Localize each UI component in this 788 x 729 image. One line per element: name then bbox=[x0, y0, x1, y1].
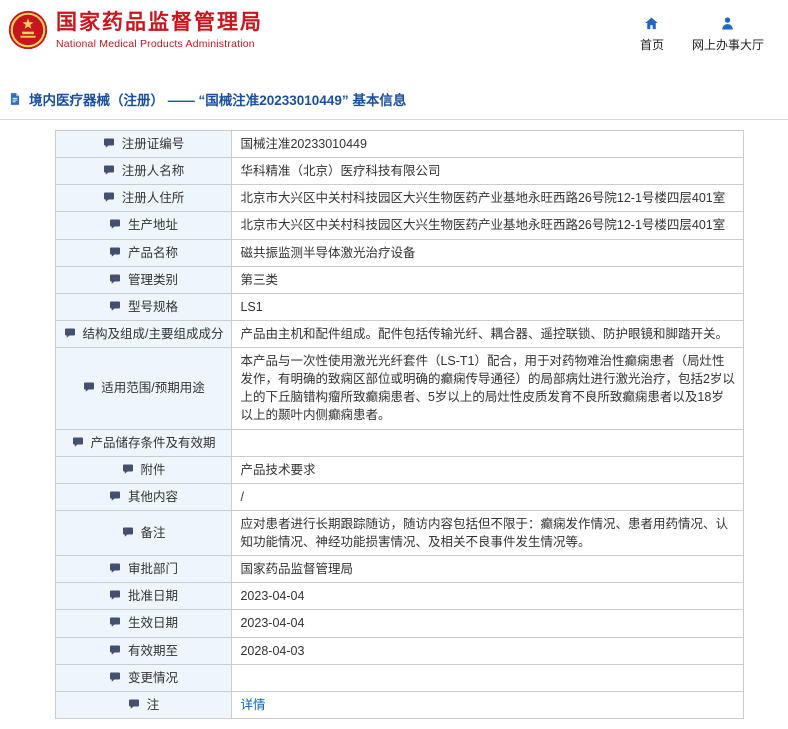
info-table-body: 注册证编号 国械注准20233010449 注册人名称 华科精准（北京）医疗科技… bbox=[54, 129, 744, 719]
note-icon bbox=[109, 562, 121, 574]
row-label: 产品名称 bbox=[127, 245, 178, 260]
row-label: 审批部门 bbox=[127, 562, 178, 577]
row-label: 有效期至 bbox=[127, 643, 178, 658]
row-label: 生效日期 bbox=[127, 616, 178, 631]
row-value: 国家药品监督管理局 bbox=[240, 562, 353, 577]
table-row: 产品储存条件及有效期 bbox=[54, 428, 744, 457]
table-row: 附件 产品技术要求 bbox=[54, 455, 744, 484]
note-icon bbox=[128, 698, 140, 710]
row-value: 本产品与一次性使用激光光纤套件（LS-T1）配合，用于对药物难治性癫痫患者（局灶… bbox=[240, 354, 735, 423]
row-label: 适用范围/预期用途 bbox=[101, 381, 205, 396]
row-label: 产品储存条件及有效期 bbox=[90, 435, 216, 450]
row-label: 备注 bbox=[140, 525, 166, 540]
site-subtitle: National Medical Products Administration bbox=[56, 38, 255, 51]
row-value: 2023-04-04 bbox=[240, 589, 305, 604]
row-value: 磁共振监测半导体激光治疗设备 bbox=[240, 245, 416, 260]
note-icon bbox=[109, 644, 121, 656]
row-value: 华科精准（北京）医疗科技有限公司 bbox=[240, 164, 441, 179]
page-title: 境内医疗器械（注册） —— “国械注准20233010449” 基本信息 bbox=[29, 93, 407, 108]
home-icon bbox=[644, 16, 659, 31]
table-row: 管理类别 第三类 bbox=[54, 265, 744, 294]
note-icon bbox=[109, 218, 121, 230]
nav-item-label: 网上办事大厅 bbox=[691, 38, 764, 52]
row-label: 附件 bbox=[140, 462, 166, 477]
note-icon bbox=[122, 526, 134, 538]
table-row: 适用范围/预期用途 本产品与一次性使用激光光纤套件（LS-T1）配合，用于对药物… bbox=[54, 347, 744, 430]
info-table: 注册证编号 国械注准20233010449 注册人名称 华科精准（北京）医疗科技… bbox=[54, 129, 744, 719]
detail-link[interactable]: 详情 bbox=[240, 698, 265, 712]
row-value: 2023-04-04 bbox=[240, 616, 305, 631]
row-label: 生产地址 bbox=[127, 218, 178, 233]
brand-text: 国家药品监督管理局 National Medical Products Admi… bbox=[56, 10, 263, 50]
note-icon bbox=[109, 246, 121, 258]
row-value: 产品由主机和配件组成。配件包括传输光纤、耦合器、遥控联锁、防护眼镜和脚踏开关。 bbox=[240, 326, 728, 341]
person-icon bbox=[720, 16, 735, 31]
national-emblem-logo bbox=[8, 10, 48, 50]
row-value bbox=[240, 436, 243, 450]
row-value: 第三类 bbox=[240, 272, 278, 287]
table-row: 批准日期 2023-04-04 bbox=[54, 582, 744, 611]
table-row: 结构及组成/主要组成成分 产品由主机和配件组成。配件包括传输光纤、耦合器、遥控联… bbox=[54, 319, 744, 349]
note-icon bbox=[109, 490, 121, 502]
row-value: 北京市大兴区中关村科技园区大兴生物医药产业基地永旺西路26号院12-1号楼四层4… bbox=[240, 218, 726, 233]
nav-item-home[interactable]: 首页 bbox=[640, 16, 664, 53]
table-row: 生产地址 北京市大兴区中关村科技园区大兴生物医药产业基地永旺西路26号院12-1… bbox=[54, 211, 744, 240]
row-label: 注册人住所 bbox=[121, 191, 185, 206]
row-label: 批准日期 bbox=[127, 589, 178, 604]
document-icon bbox=[8, 92, 22, 106]
nav-item-label: 首页 bbox=[639, 38, 664, 52]
row-label: 型号规格 bbox=[127, 299, 178, 314]
row-label: 管理类别 bbox=[127, 272, 178, 287]
note-icon bbox=[109, 273, 121, 285]
note-icon bbox=[83, 381, 95, 393]
table-row: 备注 应对患者进行长期跟踪随访，随访内容包括但不限于：癫痫发作情况、患者用药情况… bbox=[54, 509, 744, 557]
table-row: 其他内容 / bbox=[54, 482, 744, 511]
row-label: 其他内容 bbox=[127, 489, 178, 504]
row-value: 2028-04-03 bbox=[240, 643, 305, 658]
table-row: 注册人住所 北京市大兴区中关村科技园区大兴生物医药产业基地永旺西路26号院12-… bbox=[54, 184, 744, 213]
site-title: 国家药品监督管理局 bbox=[56, 11, 263, 34]
site-header: 国家药品监督管理局 National Medical Products Admi… bbox=[0, 0, 788, 78]
table-row: 产品名称 磁共振监测半导体激光治疗设备 bbox=[54, 238, 744, 267]
row-value: 北京市大兴区中关村科技园区大兴生物医药产业基地永旺西路26号院12-1号楼四层4… bbox=[240, 191, 726, 206]
table-row: 变更情况 bbox=[54, 663, 744, 692]
table-row: 注册人名称 华科精准（北京）医疗科技有限公司 bbox=[54, 157, 744, 186]
row-label: 注册人名称 bbox=[121, 164, 185, 179]
table-row: 注册证编号 国械注准20233010449 bbox=[54, 129, 744, 159]
row-value: LS1 bbox=[240, 299, 263, 314]
row-label: 变更情况 bbox=[127, 670, 178, 685]
note-icon bbox=[122, 463, 134, 475]
row-value: / bbox=[240, 489, 244, 504]
row-label: 注 bbox=[146, 697, 160, 712]
note-icon bbox=[109, 671, 121, 683]
top-nav: 首页 网上办事大厅 bbox=[640, 10, 764, 53]
note-icon bbox=[72, 436, 84, 448]
nav-item-service-hall[interactable]: 网上办事大厅 bbox=[692, 16, 764, 53]
row-value: 国械注准20233010449 bbox=[240, 137, 367, 151]
table-row: 审批部门 国家药品监督管理局 bbox=[54, 555, 744, 584]
table-row: 型号规格 LS1 bbox=[54, 292, 744, 321]
note-icon bbox=[109, 300, 121, 312]
table-row: 有效期至 2028-04-03 bbox=[54, 636, 744, 665]
note-icon bbox=[64, 327, 76, 339]
row-label: 结构及组成/主要组成成分 bbox=[82, 326, 224, 341]
row-value: 应对患者进行长期跟踪随访，随访内容包括但不限于：癫痫发作情况、患者用药情况、认知… bbox=[240, 516, 728, 549]
note-icon bbox=[103, 137, 115, 149]
row-value: 产品技术要求 bbox=[240, 462, 316, 477]
note-icon bbox=[103, 191, 115, 203]
page-title-bar: 境内医疗器械（注册） —— “国械注准20233010449” 基本信息 bbox=[0, 78, 788, 120]
site-brand: 国家药品监督管理局 National Medical Products Admi… bbox=[8, 10, 263, 50]
table-row: 生效日期 2023-04-04 bbox=[54, 609, 744, 638]
table-row: 注 详情 bbox=[54, 690, 744, 719]
note-icon bbox=[109, 616, 121, 628]
row-value bbox=[240, 671, 243, 685]
note-icon bbox=[103, 164, 115, 176]
note-icon bbox=[109, 589, 121, 601]
row-label: 注册证编号 bbox=[121, 137, 185, 151]
